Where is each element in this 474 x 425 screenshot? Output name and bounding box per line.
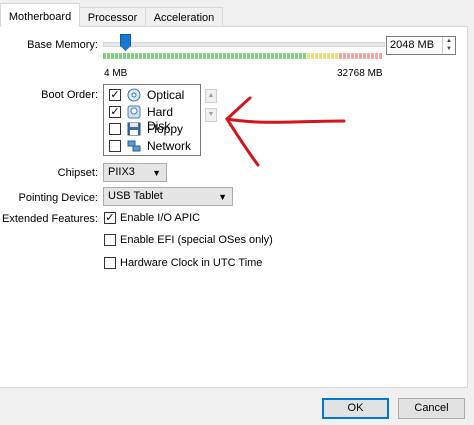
network-icon [127, 140, 141, 152]
memory-value: 2048 MB [390, 39, 435, 51]
boot-network-checkbox[interactable] [109, 140, 121, 152]
io-apic-checkbox[interactable]: ✓ [104, 212, 116, 224]
boot-item-optical[interactable]: ✓ Optical [107, 87, 199, 104]
boot-item-label: Optical [147, 88, 185, 102]
base-memory-label: Base Memory: [27, 39, 98, 51]
tab-motherboard-label: Motherboard [8, 11, 72, 23]
chipset-value: PIIX3 [108, 166, 135, 178]
efi-checkbox[interactable] [104, 234, 116, 246]
chevron-down-icon: ▼ [218, 192, 227, 202]
boot-floppy-checkbox[interactable] [109, 123, 121, 135]
tab-processor[interactable]: Processor [79, 7, 146, 27]
pointing-device-value: USB Tablet [108, 190, 163, 202]
boot-item-network[interactable]: Network [107, 138, 199, 155]
tab-processor-label: Processor [87, 12, 138, 24]
move-up-icon[interactable]: ▲ [205, 89, 217, 103]
utc-clock-checkbox[interactable] [104, 257, 116, 269]
hard-disk-icon [127, 105, 141, 119]
memory-spin-buttons[interactable]: ▲ ▼ [442, 37, 455, 54]
io-apic-label: Enable I/O APIC [120, 212, 201, 224]
boot-item-floppy[interactable]: Floppy [107, 121, 199, 138]
memory-slider-track[interactable] [103, 42, 385, 47]
chevron-down-icon: ▼ [152, 168, 161, 178]
pointing-device-label: Pointing Device: [18, 192, 99, 204]
boot-optical-checkbox[interactable]: ✓ [109, 89, 121, 101]
boot-hard-disk-checkbox[interactable]: ✓ [109, 106, 121, 118]
boot-order-list[interactable]: ✓ Optical ✓ Hard Disk Floppy Network [103, 84, 201, 156]
tab-motherboard[interactable]: Motherboard [0, 3, 80, 27]
cancel-button[interactable]: Cancel [398, 398, 465, 419]
memory-max-label: 32768 MB [337, 68, 383, 79]
extended-features-label: Extended Features: [1, 213, 98, 225]
move-down-icon[interactable]: ▼ [205, 108, 217, 122]
ok-button[interactable]: OK [322, 398, 389, 419]
boot-item-label: Floppy [147, 122, 184, 136]
optical-disc-icon [127, 88, 141, 102]
tab-acceleration[interactable]: Acceleration [145, 7, 223, 27]
motherboard-panel [0, 26, 468, 388]
chipset-label: Chipset: [57, 167, 98, 179]
tab-bar: Motherboard Processor Acceleration [0, 0, 474, 27]
boot-order-label: Boot Order: [41, 89, 98, 101]
floppy-icon [127, 122, 141, 136]
pointing-device-select[interactable]: USB Tablet ▼ [103, 187, 233, 206]
memory-spinbox[interactable]: 2048 MB ▲ ▼ [386, 36, 456, 55]
utc-clock-label: Hardware Clock in UTC Time [120, 257, 263, 269]
memory-slider-scale [103, 53, 383, 59]
memory-min-label: 4 MB [104, 68, 128, 79]
red-arrow-annotation [225, 96, 346, 167]
spin-down-icon[interactable]: ▼ [443, 45, 455, 53]
chipset-select[interactable]: PIIX3 ▼ [103, 163, 167, 182]
memory-scale-segment [379, 53, 383, 59]
spin-up-icon[interactable]: ▲ [443, 37, 455, 45]
efi-label: Enable EFI (special OSes only) [120, 234, 273, 246]
tab-acceleration-label: Acceleration [153, 12, 215, 24]
boot-item-label: Network [147, 139, 192, 153]
dialog-footer: OK Cancel [0, 388, 474, 425]
boot-item-hard-disk[interactable]: ✓ Hard Disk [107, 104, 199, 133]
